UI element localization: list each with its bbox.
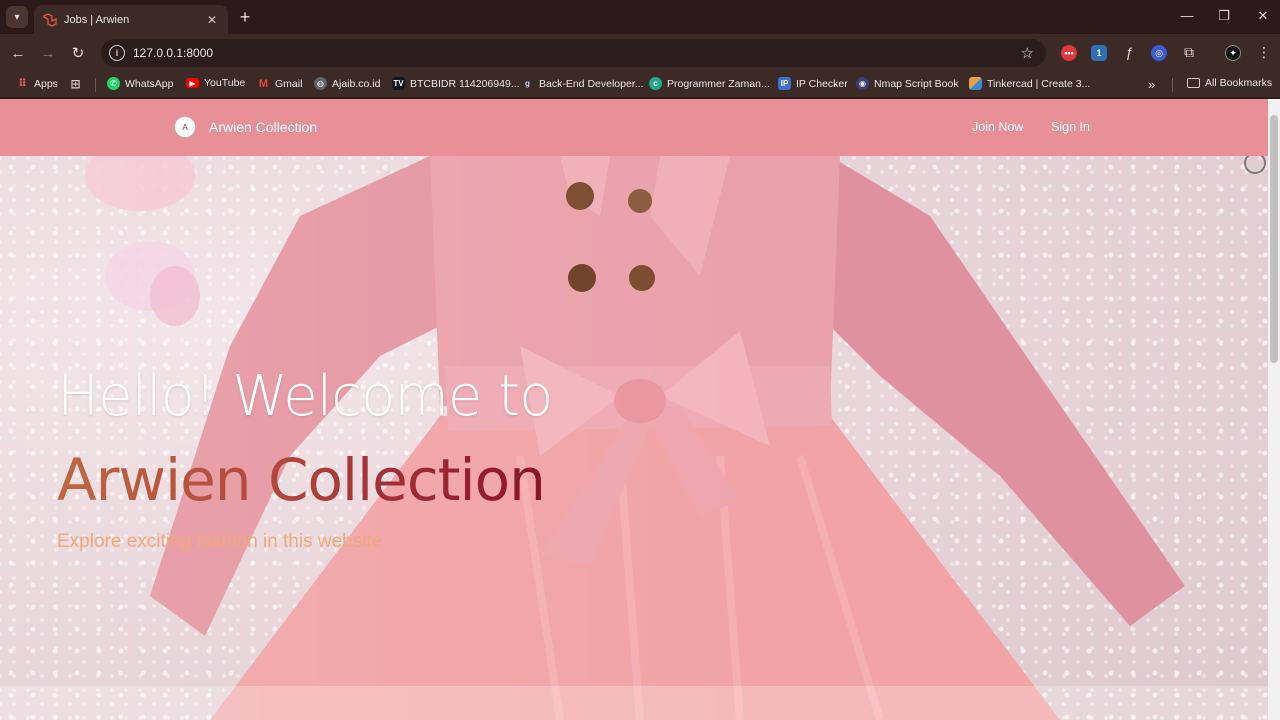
brand-logo-icon: A — [174, 116, 196, 138]
reload-icon[interactable]: ↻ — [68, 43, 88, 63]
bookmark-backend[interactable]: g Back-End Developer... — [521, 77, 643, 90]
laravel-favicon-icon — [43, 12, 57, 27]
bookmark-apps[interactable]: ⠿ Apps — [16, 77, 58, 91]
browser-toolbar: ← → ↻ i 127.0.0.1:8000 ☆ ••• 1 ƒ ◎ ⧉ ✦ ⋮ — [0, 34, 1280, 72]
folder-icon — [1187, 78, 1200, 88]
globe-icon: ◍ — [314, 77, 327, 90]
bookmark-label: Apps — [34, 77, 58, 90]
site-navbar: A Arwien Collection Join Now Sign In — [0, 99, 1268, 156]
tab-groups-icon[interactable]: ⊞ — [69, 76, 87, 91]
hero-section: Hello! Welcome to Arwien Collection Expl… — [0, 156, 1268, 720]
bookmark-youtube[interactable]: ▶ YouTube — [186, 77, 245, 89]
extensions-puzzle-icon[interactable]: ⧉ — [1180, 44, 1198, 61]
brand-name: Arwien Collection — [209, 119, 318, 135]
hero-heading-line1: Hello! Welcome to — [57, 364, 553, 429]
grid-icon: ⊞ — [70, 76, 81, 91]
hero-subtitle: Explore exciting fashion in this website — [57, 531, 383, 552]
whatsapp-icon: ✆ — [107, 77, 120, 90]
tab-active[interactable]: Jobs | Arwien ✕ — [34, 5, 228, 34]
youtube-icon: ▶ — [186, 78, 199, 88]
bookmark-label: Gmail — [275, 77, 303, 90]
bookmark-label: BTCBIDR 114206949... — [410, 77, 520, 90]
forward-arrow-icon[interactable]: → — [38, 43, 58, 63]
site-info-icon[interactable]: i — [109, 45, 125, 61]
all-bookmarks-button[interactable]: All Bookmarks — [1187, 77, 1272, 89]
profile-avatar-icon[interactable]: ✦ — [1225, 45, 1241, 61]
join-now-link[interactable]: Join Now — [972, 120, 1023, 134]
all-bookmarks-label: All Bookmarks — [1205, 77, 1273, 89]
minimize-button[interactable]: — — [1177, 8, 1197, 23]
bookmark-separator — [95, 78, 96, 92]
back-arrow-icon[interactable]: ← — [8, 43, 28, 63]
tab-strip: ▾ Jobs | Arwien ✕ + — ❐ ✕ — [0, 0, 1280, 34]
bookmark-label: Nmap Script Book — [874, 77, 959, 90]
bookmark-programmer[interactable]: c Programmer Zaman... — [649, 77, 770, 90]
programmer-icon: c — [649, 77, 662, 90]
bookmark-separator — [1172, 78, 1173, 92]
new-tab-button[interactable]: + — [236, 7, 254, 27]
bookmark-label: Programmer Zaman... — [667, 77, 770, 90]
apps-grid-icon: ⠿ — [18, 78, 27, 90]
brand[interactable]: A Arwien Collection — [174, 116, 317, 138]
bookmark-label: Back-End Developer... — [539, 77, 644, 90]
page-scrollbar[interactable] — [1268, 99, 1280, 720]
bookmark-label: IP Checker — [796, 77, 848, 90]
blue-extension-icon[interactable]: ◎ — [1151, 45, 1167, 61]
ip-icon: IP — [778, 77, 791, 90]
extension-badge-icon[interactable]: 1 — [1091, 45, 1107, 61]
scrollbar-thumb[interactable] — [1270, 115, 1278, 363]
maximize-button[interactable]: ❐ — [1214, 8, 1234, 24]
address-bar[interactable]: i 127.0.0.1:8000 ☆ — [101, 39, 1046, 67]
hero-overlay — [0, 156, 1268, 720]
chat-extension-icon[interactable]: ••• — [1061, 45, 1077, 61]
g-icon: g — [525, 79, 530, 88]
bookmark-ipchecker[interactable]: IP IP Checker — [778, 77, 848, 90]
bookmark-label: YouTube — [204, 77, 246, 89]
fx-extension-icon[interactable]: ƒ — [1120, 44, 1138, 60]
bookmark-nmap[interactable]: ◉ Nmap Script Book — [856, 77, 959, 90]
tab-search-chevron-icon[interactable]: ▾ — [6, 6, 28, 28]
bookmark-tinkercad[interactable]: Tinkercad | Create 3... — [969, 77, 1090, 90]
tradingview-icon: TV — [392, 77, 405, 90]
bookmark-label: WhatsApp — [125, 77, 174, 90]
tab-close-icon[interactable]: ✕ — [204, 13, 220, 27]
bookmark-btcbidr[interactable]: TV BTCBIDR 114206949... — [392, 77, 520, 90]
bookmark-gmail[interactable]: M Gmail — [257, 77, 303, 90]
tab-title: Jobs | Arwien — [64, 13, 130, 26]
page-viewport: A Arwien Collection Join Now Sign In Hel… — [0, 99, 1268, 720]
bookmark-star-icon[interactable]: ☆ — [1021, 44, 1034, 62]
menu-kebab-icon[interactable]: ⋮ — [1255, 44, 1273, 61]
nmap-eye-icon: ◉ — [856, 77, 869, 90]
sign-in-link[interactable]: Sign In — [1051, 120, 1090, 134]
gmail-icon: M — [258, 77, 269, 90]
bookmarks-bar: ⠿ Apps ⊞ ✆ WhatsApp ▶ YouTube M Gmail ◍ … — [0, 72, 1280, 98]
tinkercad-icon — [969, 77, 982, 90]
bookmark-label: Tinkercad | Create 3... — [987, 77, 1091, 90]
url-text[interactable]: 127.0.0.1:8000 — [133, 46, 1021, 60]
close-window-button[interactable]: ✕ — [1253, 8, 1273, 24]
bookmark-whatsapp[interactable]: ✆ WhatsApp — [107, 77, 173, 90]
bookmark-ajaib[interactable]: ◍ Ajaib.co.id — [314, 77, 380, 90]
bookmarks-overflow-button[interactable]: » — [1148, 77, 1155, 92]
hero-heading-line2: Arwien Collection — [57, 446, 546, 514]
bookmark-label: Ajaib.co.id — [332, 77, 381, 90]
